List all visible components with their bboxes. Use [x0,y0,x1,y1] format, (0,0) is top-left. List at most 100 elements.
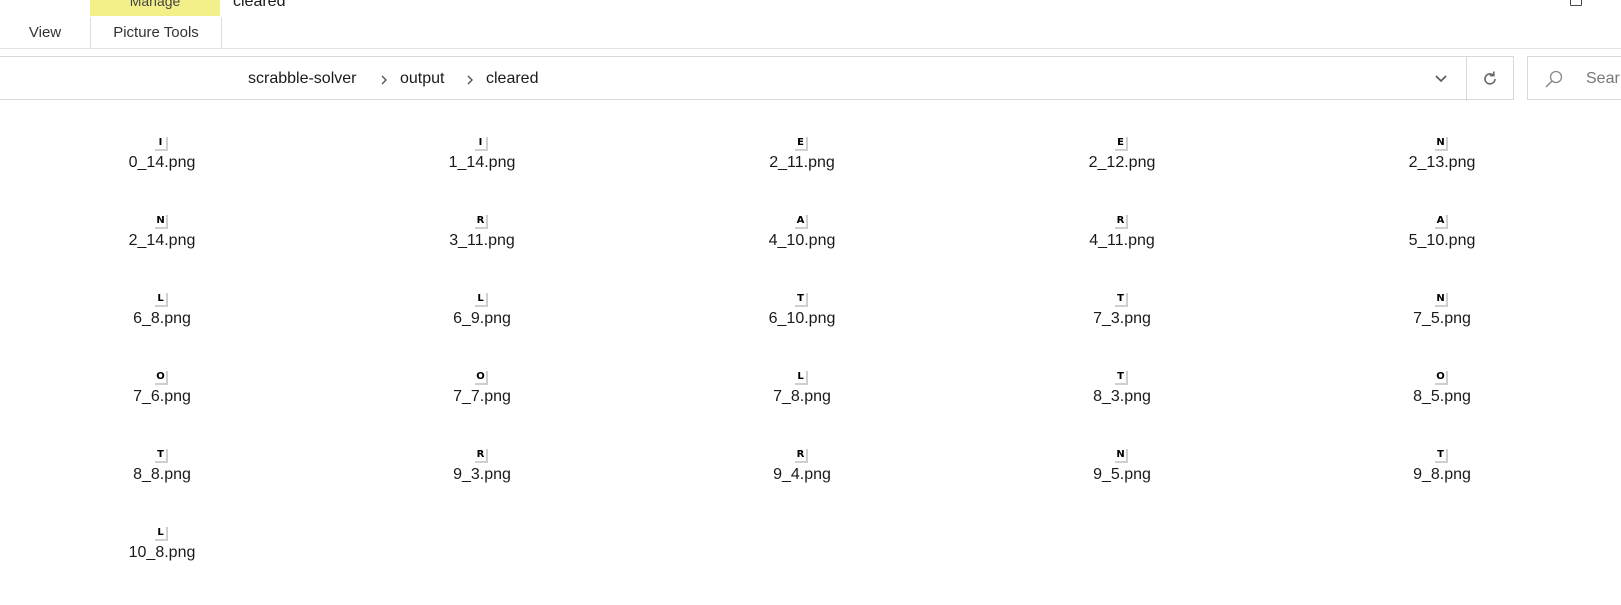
file-item[interactable]: L 6_9.png [402,258,562,328]
chevron-right-icon[interactable] [464,73,476,85]
breadcrumb-scrabble-solver[interactable]: scrabble-solver [248,57,356,101]
file-thumbnail: L [795,371,808,385]
file-name: 9_5.png [1093,466,1151,483]
file-item[interactable]: A 4_10.png [722,180,882,250]
file-thumbnail: N [1435,137,1448,151]
window-title: cleared [233,0,286,10]
file-item[interactable]: E 2_12.png [1042,102,1202,172]
file-thumbnail: I [155,137,168,151]
file-thumbnail: O [1435,371,1448,385]
file-item[interactable]: N 2_13.png [1362,102,1522,172]
file-name: 9_3.png [453,466,511,483]
file-thumbnail: A [795,215,808,229]
refresh-button[interactable] [1466,57,1513,101]
file-name: 3_11.png [449,232,515,249]
file-item[interactable]: L 7_8.png [722,336,882,406]
file-thumbnail: O [155,371,168,385]
file-item[interactable]: T 9_8.png [1362,414,1522,484]
file-thumbnail: N [1435,293,1448,307]
file-name: 8_5.png [1413,388,1471,405]
file-item[interactable]: T 6_10.png [722,258,882,328]
file-name: 7_6.png [133,388,191,405]
file-item[interactable]: L 6_8.png [82,258,242,328]
restore-window-icon[interactable] [1570,0,1582,6]
file-name: 7_3.png [1093,310,1151,327]
chevron-right-icon[interactable] [378,73,390,85]
file-thumbnail: L [155,293,168,307]
file-name: 9_4.png [773,466,831,483]
file-item[interactable]: T 7_3.png [1042,258,1202,328]
file-item[interactable]: N 7_5.png [1362,258,1522,328]
file-thumbnail: L [475,293,488,307]
file-name: 10_8.png [128,544,196,561]
file-item[interactable]: N 2_14.png [82,180,242,250]
file-item[interactable]: T 8_3.png [1042,336,1202,406]
navigation-bar: scrabble-solver output cleared Sear [0,56,1621,102]
file-name: 6_8.png [133,310,191,327]
file-name: 6_10.png [768,310,836,327]
file-thumbnail: R [475,449,488,463]
file-name: 4_11.png [1089,232,1155,249]
file-name: 7_7.png [453,388,511,405]
file-thumbnail: T [1115,293,1128,307]
file-thumbnail: R [1115,215,1128,229]
file-thumbnail: A [1435,215,1448,229]
file-name: 2_13.png [1408,154,1476,171]
file-thumbnail: T [155,449,168,463]
file-name: 2_11.png [769,154,835,171]
file-thumbnail: T [1115,371,1128,385]
tab-view[interactable]: View [0,17,90,48]
file-item[interactable]: A 5_10.png [1362,180,1522,250]
search-placeholder: Sear [1586,70,1620,87]
file-thumbnail: R [475,215,488,229]
file-thumbnail: O [475,371,488,385]
file-item[interactable]: O 8_5.png [1362,336,1522,406]
file-name: 2_14.png [128,232,196,249]
file-thumbnail: T [795,293,808,307]
file-thumbnail: E [795,137,808,151]
file-item[interactable]: R 9_4.png [722,414,882,484]
file-item[interactable]: I 0_14.png [82,102,242,172]
tab-picture-tools[interactable]: Picture Tools [90,17,222,48]
file-thumbnail: R [795,449,808,463]
search-box[interactable]: Sear [1527,56,1621,100]
file-item[interactable]: L 10_8.png [82,492,242,562]
file-list: I 0_14.png I 1_14.png E 2_11.png E 2_12.png N 2_1… [0,102,1621,605]
file-item[interactable]: R 9_3.png [402,414,562,484]
file-thumbnail: E [1115,137,1128,151]
file-name: 4_10.png [768,232,836,249]
file-thumbnail: N [155,215,168,229]
file-item[interactable]: I 1_14.png [402,102,562,172]
file-item[interactable]: T 8_8.png [82,414,242,484]
file-item[interactable]: O 7_7.png [402,336,562,406]
file-name: 5_10.png [1408,232,1476,249]
breadcrumb-output[interactable]: output [400,57,444,101]
file-name: 0_14.png [128,154,196,171]
file-item[interactable]: N 9_5.png [1042,414,1202,484]
file-name: 2_12.png [1088,154,1156,171]
manage-label: Manage [129,0,181,9]
address-bar[interactable]: scrabble-solver output cleared [0,56,1514,101]
file-item[interactable]: E 2_11.png [722,102,882,172]
file-name: 6_9.png [453,310,511,327]
breadcrumb-cleared[interactable]: cleared [486,57,538,101]
picture-tools-context-header[interactable]: Manage [90,0,220,16]
file-item[interactable]: R 3_11.png [402,180,562,250]
file-item[interactable]: O 7_6.png [82,336,242,406]
file-name: 8_3.png [1093,388,1151,405]
file-name: 7_8.png [773,388,831,405]
ribbon: Manage cleared View Picture Tools [0,0,1621,49]
file-name: 9_8.png [1413,466,1471,483]
file-thumbnail: N [1115,449,1128,463]
file-item[interactable]: R 4_11.png [1042,180,1202,250]
file-name: 8_8.png [133,466,191,483]
file-thumbnail: T [1435,449,1448,463]
recent-locations-dropdown[interactable] [1418,57,1463,101]
search-icon [1544,69,1564,89]
file-name: 7_5.png [1413,310,1471,327]
file-name: 1_14.png [448,154,516,171]
file-thumbnail: I [475,137,488,151]
refresh-icon [1484,71,1496,85]
file-thumbnail: L [155,527,168,541]
chevron-down-icon [1434,75,1447,83]
